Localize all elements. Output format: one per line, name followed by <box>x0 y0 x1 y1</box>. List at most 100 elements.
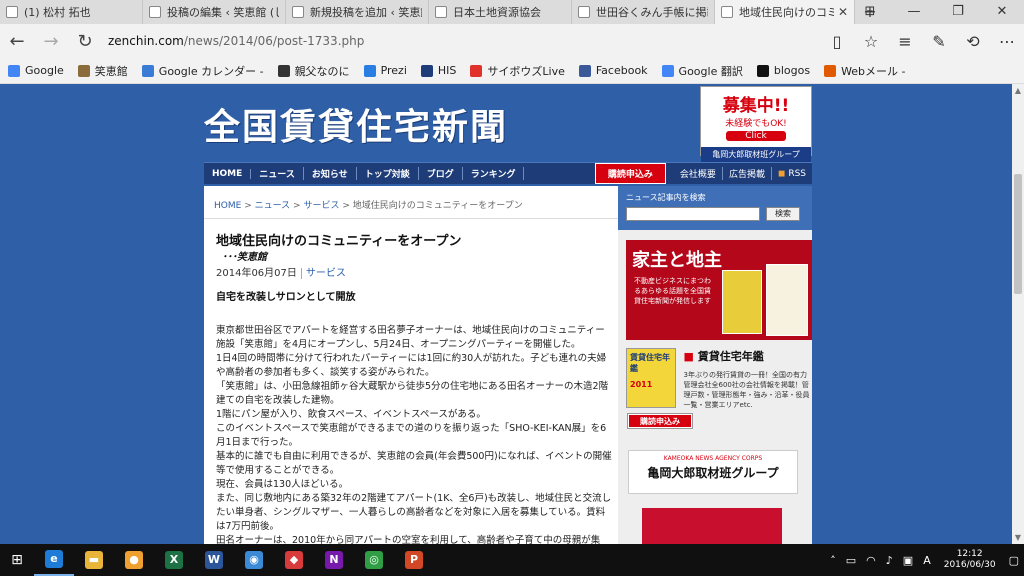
favorite-favicon-icon <box>363 64 376 77</box>
tab-1[interactable]: 投稿の編集 ‹ 笑恵館 (しよ <box>143 0 286 24</box>
volume-icon[interactable]: ♪ <box>886 554 893 567</box>
nav-rss[interactable]: ◼ RSS <box>772 169 812 179</box>
article-body: 東京都世田谷区でアパートを経営する田名夢子オーナーは、地域住民向けのコミュニティ… <box>216 324 612 544</box>
yearbook-subscribe-button[interactable]: 購読申込み <box>627 413 693 429</box>
favorite-item[interactable]: Google 翻訳 <box>661 63 743 79</box>
tab-0[interactable]: (1) 松村 拓也 <box>0 0 143 24</box>
favorite-item[interactable]: 笑恵館 <box>77 63 128 79</box>
nav-interview[interactable]: トップ対談 <box>357 167 419 180</box>
site-logo[interactable]: 全国賃貸住宅新聞 <box>204 98 508 150</box>
tab-preview-icon[interactable]: ⊟ <box>848 0 892 24</box>
article-paragraph: 東京都世田谷区でアパートを経営する田名夢子オーナーは、地域住民向けのコミュニティ… <box>216 325 605 350</box>
favorite-item[interactable]: blogos <box>756 64 811 77</box>
minimize-icon[interactable]: — <box>892 0 936 24</box>
yearbook-cover[interactable]: 賃貸住宅年鑑 2011 <box>626 348 676 408</box>
yearbook-title[interactable]: ■ 賃貸住宅年鑑 <box>684 348 812 364</box>
close-window-icon[interactable]: ✕ <box>980 0 1024 24</box>
taskbar-excel-button[interactable]: X <box>154 544 194 576</box>
nav-home[interactable]: HOME <box>204 168 252 179</box>
taskbar-explorer-button[interactable]: ▬ <box>74 544 114 576</box>
article-category[interactable]: サービス <box>300 268 346 279</box>
tray-chevron-icon[interactable]: ˄ <box>830 554 836 567</box>
taskbar-app-orange-button[interactable]: ● <box>114 544 154 576</box>
favorite-favicon-icon <box>578 64 591 77</box>
nav-info[interactable]: お知らせ <box>304 167 357 180</box>
favorite-item[interactable]: Google <box>8 64 64 77</box>
tab-bar: (1) 松村 拓也 投稿の編集 ‹ 笑恵館 (しよ 新規投稿を追加 ‹ 笑恵館 … <box>0 0 1024 24</box>
reading-view-icon[interactable]: ▯ <box>820 32 854 51</box>
breadcrumb-current: 地域住民向けのコミュニティーをオープン <box>352 201 523 211</box>
favorite-label: HIS <box>437 64 457 77</box>
scroll-up-icon[interactable]: ▲ <box>1012 86 1024 95</box>
subscribe-button[interactable]: 購読申込み <box>594 163 666 184</box>
nav-blog[interactable]: ブログ <box>419 167 463 180</box>
scrollbar-thumb[interactable] <box>1014 174 1022 294</box>
network-icon[interactable]: ◠ <box>866 554 876 567</box>
article-date: 2014年06月07日 <box>216 268 297 279</box>
battery-icon[interactable]: ▭ <box>846 554 856 567</box>
page-scrollbar[interactable]: ▲ ▼ <box>1012 84 1024 544</box>
recruit-banner[interactable]: 募集中!! 未経験でもOK! Click 亀岡大郎取材班グループ <box>700 86 812 162</box>
favorite-item[interactable]: Google カレンダー - <box>141 63 264 79</box>
web-note-icon[interactable]: ✎ <box>922 32 956 51</box>
nav-company[interactable]: 会社概要 <box>674 167 723 180</box>
tab-3[interactable]: 日本土地資源協会 <box>429 0 572 24</box>
clock[interactable]: 12:12 2016/06/30 <box>944 549 996 571</box>
refresh-icon[interactable]: ↻ <box>68 31 102 52</box>
notification-icon[interactable]: ▢ <box>1009 554 1019 567</box>
taskbar-edge-button[interactable]: e <box>34 544 74 576</box>
yearbook-title-text: 賃貸住宅年鑑 <box>697 350 764 363</box>
favorite-item[interactable]: 親父なのに <box>277 63 350 79</box>
taskbar-word-button[interactable]: W <box>194 544 234 576</box>
message-icon[interactable]: ▣ <box>903 554 913 567</box>
tab-5-active[interactable]: 地域住民向けのコミュニテ ✕ <box>715 0 855 24</box>
taskbar-app-red-button[interactable]: ◆ <box>274 544 314 576</box>
article-paragraph: 基本的に誰でも自由に利用できるが、笑恵館の会員(年会費500円)になれば、イベン… <box>216 451 612 476</box>
share-icon[interactable]: ⟲ <box>956 32 990 51</box>
windows-start-icon[interactable]: ⊞ <box>0 552 34 568</box>
restore-icon[interactable]: ❐ <box>936 0 980 24</box>
breadcrumb-home[interactable]: HOME <box>214 201 241 211</box>
taskbar-powerpoint-button[interactable]: P <box>394 544 434 576</box>
favorite-item[interactable]: HIS <box>420 64 457 77</box>
breadcrumb-news[interactable]: ニュース <box>255 201 291 211</box>
search-input[interactable] <box>626 207 760 221</box>
nav-ranking[interactable]: ランキング <box>463 167 525 180</box>
favorite-item[interactable]: Facebook <box>578 64 648 77</box>
favorite-favicon-icon <box>470 64 483 77</box>
tab-favicon <box>578 6 590 18</box>
favorite-label: Google <box>25 64 64 77</box>
ime-indicator[interactable]: A <box>923 554 931 567</box>
tab-4[interactable]: 世田谷くみん手帳に掲載され <box>572 0 715 24</box>
hub-icon[interactable]: ≡ <box>888 32 922 51</box>
tab-2[interactable]: 新規投稿を追加 ‹ 笑恵館 <box>286 0 429 24</box>
close-tab-icon[interactable]: ✕ <box>838 5 848 19</box>
favorite-item[interactable]: サイボウズLive <box>470 63 565 79</box>
favorite-label: blogos <box>773 64 811 77</box>
taskbar: ⊞ e ▬ ● X W ◉ ◆ N ◎ P ˄ ▭ ◠ ♪ ▣ A 12:12 2016/06/3… <box>0 544 1024 576</box>
tab-favicon <box>435 6 447 18</box>
taskbar-app-blue-button[interactable]: ◉ <box>234 544 274 576</box>
sidebar: ニュース記事内を検索 検索 家主と地主 不動産ビジネスにまつわるあらゆる話題を全… <box>618 186 812 544</box>
breadcrumb-sep: > <box>244 201 252 211</box>
url-field[interactable]: zenchin.com/news/2014/06/post-1733.php <box>108 34 798 48</box>
favorite-item[interactable]: Prezi <box>363 64 407 77</box>
scroll-down-icon[interactable]: ▼ <box>1012 533 1024 542</box>
forward-icon[interactable]: → <box>34 31 68 52</box>
yanushi-jinushi-ad[interactable]: 家主と地主 不動産ビジネスにまつわるあらゆる話題を全国賃貸住宅新聞が発信します <box>626 240 812 340</box>
magazine-cover-image <box>766 264 808 336</box>
search-button[interactable]: 検索 <box>766 207 800 221</box>
back-icon[interactable]: ← <box>0 31 34 52</box>
taskbar-chrome-button[interactable]: ◎ <box>354 544 394 576</box>
nav-advertise[interactable]: 広告掲載 <box>723 167 772 180</box>
kameoka-group-banner[interactable]: KAMEOKA NEWS AGENCY CORPS 亀岡大郎取材班グループ <box>628 450 798 494</box>
article-paragraph: また、同じ敷地内にある築32年の2階建てアパート(1K、全6戸)も改装し、地域住… <box>216 493 612 532</box>
nav-news[interactable]: ニュース <box>251 167 304 180</box>
more-icon[interactable]: ⋯ <box>990 32 1024 51</box>
favorite-star-icon[interactable]: ☆ <box>854 32 888 51</box>
taskbar-onenote-button[interactable]: N <box>314 544 354 576</box>
bottom-ad-banner[interactable] <box>642 508 782 544</box>
breadcrumb-service[interactable]: サービス <box>303 201 339 211</box>
yearbook-cover-year: 2011 <box>630 380 653 389</box>
favorite-item[interactable]: Webメール - <box>824 63 906 79</box>
